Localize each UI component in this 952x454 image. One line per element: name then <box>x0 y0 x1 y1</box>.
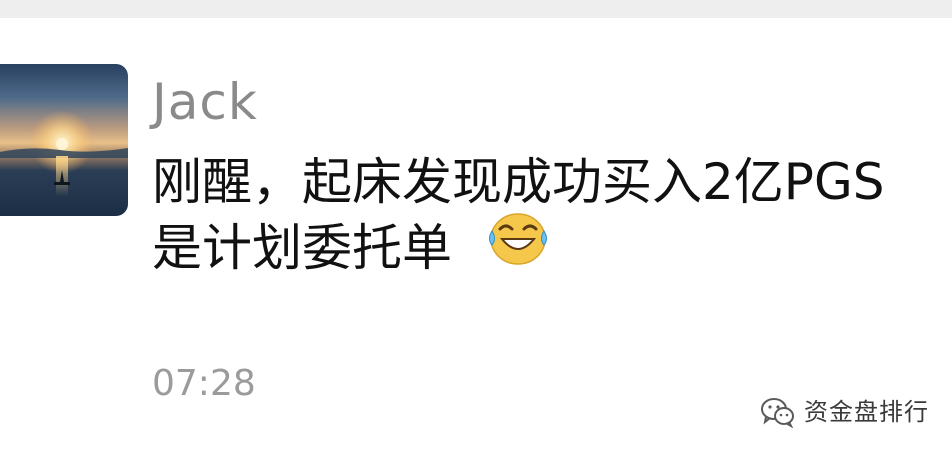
message-line-2-text: 是计划委托单 <box>152 219 452 277</box>
face-with-tears-of-joy-icon <box>486 209 550 278</box>
message-line-1: 刚醒，起床发现成功买入2亿PGS <box>152 153 885 211</box>
watermark: 资金盘排行 <box>760 392 929 432</box>
avatar[interactable] <box>0 64 128 216</box>
wechat-icon <box>760 396 796 429</box>
sender-name: Jack <box>152 73 258 131</box>
top-bar <box>0 0 952 18</box>
message-text: 刚醒，起床发现成功买入2亿PGS 是计划委托单 <box>152 150 952 278</box>
watermark-text: 资金盘排行 <box>804 398 929 426</box>
message-timestamp: 07:28 <box>152 363 256 404</box>
message-line-2: 是计划委托单 <box>152 213 952 278</box>
